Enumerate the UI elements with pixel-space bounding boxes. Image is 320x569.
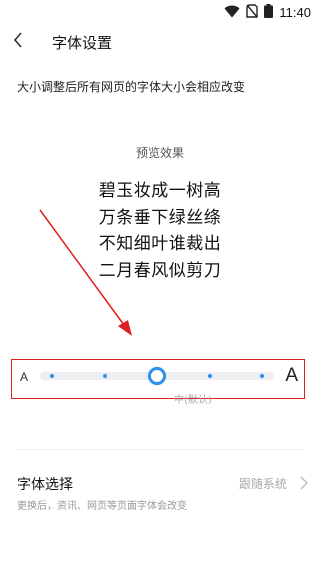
font-select-value: 跟随系统 — [238, 477, 287, 491]
back-button[interactable] — [4, 27, 32, 57]
large-font-label: A — [285, 365, 298, 386]
slider-thumb[interactable] — [148, 367, 166, 385]
back-arrow-icon — [13, 32, 23, 52]
battery-icon — [264, 3, 274, 22]
poem-line: 不知细叶谁裁出 — [98, 234, 222, 255]
poem-line: 碧玉妆成一树高 — [98, 181, 222, 201]
preview-label: 预览效果 — [135, 146, 184, 160]
status-time: 11:40 — [279, 4, 311, 20]
poem-line: 二月春风似剪刀 — [98, 261, 222, 282]
small-font-label: A — [20, 370, 29, 384]
page-title: 字体设置 — [52, 34, 113, 52]
slider-step-tick[interactable] — [102, 374, 107, 378]
status-icons: 11:40 — [224, 3, 311, 21]
slider-step-tick[interactable] — [50, 374, 54, 378]
slider-step-tick[interactable] — [260, 374, 264, 378]
font-select-row[interactable]: 字体选择 更换后，资讯、网页等页面字体会改变 跟随系统 — [0, 462, 320, 516]
app-header: 字体设置 — [0, 24, 320, 60]
poem-line: 万条垂下绿丝绦 — [98, 207, 222, 228]
slider-selected-caption: 中(默认) — [174, 395, 212, 406]
preview-poem: 碧玉妆成一树高 万条垂下绿丝绦 不知细叶谁裁出 二月春风似剪刀 — [0, 178, 320, 285]
font-select-title: 字体选择 — [17, 477, 73, 493]
font-size-slider[interactable] — [40, 367, 274, 385]
slider-step-tick[interactable] — [207, 374, 212, 378]
font-size-note: 大小调整后所有网页的字体大小会相应改变 — [17, 80, 246, 94]
status-bar: 11:40 — [0, 0, 320, 24]
font-size-slider-highlight: A A — [11, 359, 305, 399]
font-select-subtitle: 更换后，资讯、网页等页面字体会改变 — [17, 501, 187, 512]
divider — [16, 449, 304, 450]
chevron-right-icon — [300, 475, 308, 494]
wifi-icon — [224, 3, 240, 22]
sim-off-icon — [246, 3, 259, 22]
